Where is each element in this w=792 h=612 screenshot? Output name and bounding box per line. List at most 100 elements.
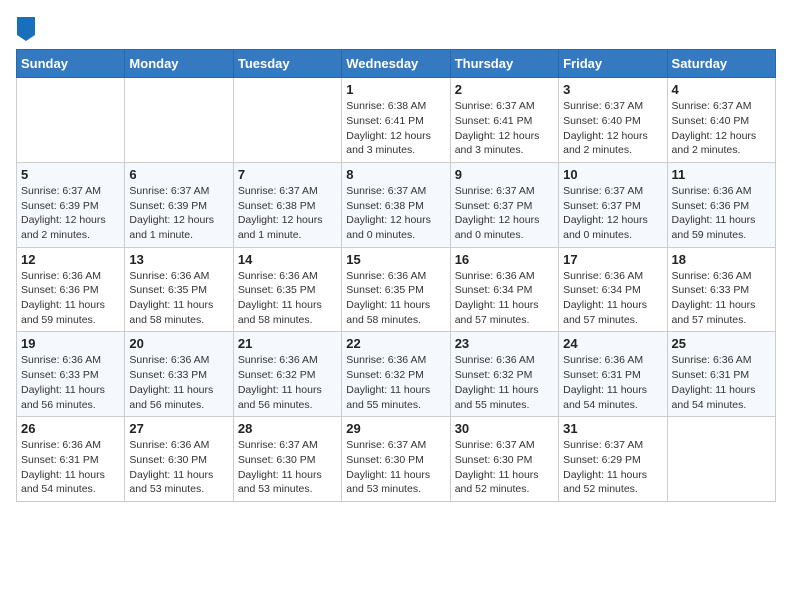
- calendar-cell: 8 Sunrise: 6:37 AM Sunset: 6:38 PM Daylig…: [342, 162, 450, 247]
- day-number: 30: [455, 421, 554, 436]
- calendar-cell: [17, 78, 125, 163]
- weekday-header-monday: Monday: [125, 50, 233, 78]
- day-info: Sunrise: 6:38 AM Sunset: 6:41 PM Dayligh…: [346, 99, 445, 158]
- calendar-cell: 18Sunrise: 6:36 AM Sunset: 6:33 PM Dayli…: [667, 247, 775, 332]
- calendar-cell: 16Sunrise: 6:36 AM Sunset: 6:34 PM Dayli…: [450, 247, 558, 332]
- weekday-header-wednesday: Wednesday: [342, 50, 450, 78]
- logo-icon: [17, 17, 35, 41]
- day-info: Sunrise: 6:37 AM Sunset: 6:40 PM Dayligh…: [563, 99, 662, 158]
- day-number: 5: [21, 167, 120, 182]
- calendar-header-row: SundayMondayTuesdayWednesdayThursdayFrid…: [17, 50, 776, 78]
- calendar-table: SundayMondayTuesdayWednesdayThursdayFrid…: [16, 49, 776, 502]
- weekday-header-sunday: Sunday: [17, 50, 125, 78]
- day-number: 11: [672, 167, 771, 182]
- page-header: [16, 16, 776, 37]
- day-info: Sunrise: 6:37 AM Sunset: 6:29 PM Dayligh…: [563, 438, 662, 497]
- day-number: 29: [346, 421, 445, 436]
- calendar-cell: 31 Sunrise: 6:37 AM Sunset: 6:29 PM Dayli…: [559, 417, 667, 502]
- calendar-cell: 30 Sunrise: 6:37 AM Sunset: 6:30 PM Dayli…: [450, 417, 558, 502]
- day-info: Sunrise: 6:36 AM Sunset: 6:32 PM Dayligh…: [346, 353, 445, 412]
- day-info: Sunrise: 6:36 AM Sunset: 6:30 PM Dayligh…: [129, 438, 228, 497]
- day-info: Sunrise: 6:37 AM Sunset: 6:30 PM Dayligh…: [455, 438, 554, 497]
- day-info: Sunrise: 6:36 AM Sunset: 6:36 PM Dayligh…: [21, 269, 120, 328]
- calendar-cell: 25 Sunrise: 6:36 AM Sunset: 6:31 PM Dayli…: [667, 332, 775, 417]
- day-number: 13: [129, 252, 228, 267]
- calendar-cell: 23 Sunrise: 6:36 AM Sunset: 6:32 PM Dayli…: [450, 332, 558, 417]
- day-info: Sunrise: 6:37 AM Sunset: 6:40 PM Dayligh…: [672, 99, 771, 158]
- day-info: Sunrise: 6:37 AM Sunset: 6:38 PM Dayligh…: [346, 184, 445, 243]
- day-info: Sunrise: 6:37 AM Sunset: 6:39 PM Dayligh…: [21, 184, 120, 243]
- day-info: Sunrise: 6:36 AM Sunset: 6:34 PM Dayligh…: [563, 269, 662, 328]
- day-number: 27: [129, 421, 228, 436]
- calendar-cell: 27 Sunrise: 6:36 AM Sunset: 6:30 PM Dayli…: [125, 417, 233, 502]
- calendar-cell: 11 Sunrise: 6:36 AM Sunset: 6:36 PM Dayli…: [667, 162, 775, 247]
- day-number: 31: [563, 421, 662, 436]
- day-info: Sunrise: 6:36 AM Sunset: 6:33 PM Dayligh…: [129, 353, 228, 412]
- day-number: 6: [129, 167, 228, 182]
- day-number: 22: [346, 336, 445, 351]
- calendar-cell: 1 Sunrise: 6:38 AM Sunset: 6:41 PM Daylig…: [342, 78, 450, 163]
- day-number: 14: [238, 252, 337, 267]
- day-info: Sunrise: 6:37 AM Sunset: 6:41 PM Dayligh…: [455, 99, 554, 158]
- calendar-cell: 10 Sunrise: 6:37 AM Sunset: 6:37 PM Dayli…: [559, 162, 667, 247]
- day-number: 24: [563, 336, 662, 351]
- calendar-cell: 7 Sunrise: 6:37 AM Sunset: 6:38 PM Daylig…: [233, 162, 341, 247]
- day-info: Sunrise: 6:37 AM Sunset: 6:39 PM Dayligh…: [129, 184, 228, 243]
- day-number: 10: [563, 167, 662, 182]
- weekday-header-friday: Friday: [559, 50, 667, 78]
- calendar-cell: 6 Sunrise: 6:37 AM Sunset: 6:39 PM Daylig…: [125, 162, 233, 247]
- day-info: Sunrise: 6:36 AM Sunset: 6:36 PM Dayligh…: [672, 184, 771, 243]
- calendar-cell: [667, 417, 775, 502]
- day-info: Sunrise: 6:36 AM Sunset: 6:33 PM Dayligh…: [21, 353, 120, 412]
- calendar-cell: 26Sunrise: 6:36 AM Sunset: 6:31 PM Dayli…: [17, 417, 125, 502]
- day-number: 25: [672, 336, 771, 351]
- day-info: Sunrise: 6:37 AM Sunset: 6:37 PM Dayligh…: [455, 184, 554, 243]
- calendar-cell: 29 Sunrise: 6:37 AM Sunset: 6:30 PM Dayli…: [342, 417, 450, 502]
- day-number: 17: [563, 252, 662, 267]
- weekday-header-thursday: Thursday: [450, 50, 558, 78]
- day-info: Sunrise: 6:36 AM Sunset: 6:33 PM Dayligh…: [672, 269, 771, 328]
- day-info: Sunrise: 6:37 AM Sunset: 6:30 PM Dayligh…: [238, 438, 337, 497]
- calendar-cell: [233, 78, 341, 163]
- calendar-cell: 12Sunrise: 6:36 AM Sunset: 6:36 PM Dayli…: [17, 247, 125, 332]
- day-info: Sunrise: 6:36 AM Sunset: 6:32 PM Dayligh…: [238, 353, 337, 412]
- day-info: Sunrise: 6:36 AM Sunset: 6:34 PM Dayligh…: [455, 269, 554, 328]
- calendar-cell: 3 Sunrise: 6:37 AM Sunset: 6:40 PM Daylig…: [559, 78, 667, 163]
- day-number: 7: [238, 167, 337, 182]
- calendar-week-row: 12Sunrise: 6:36 AM Sunset: 6:36 PM Dayli…: [17, 247, 776, 332]
- calendar-cell: 28Sunrise: 6:37 AM Sunset: 6:30 PM Dayli…: [233, 417, 341, 502]
- day-number: 20: [129, 336, 228, 351]
- weekday-header-saturday: Saturday: [667, 50, 775, 78]
- calendar-cell: 9Sunrise: 6:37 AM Sunset: 6:37 PM Daylig…: [450, 162, 558, 247]
- day-info: Sunrise: 6:37 AM Sunset: 6:38 PM Dayligh…: [238, 184, 337, 243]
- day-number: 19: [21, 336, 120, 351]
- day-number: 1: [346, 82, 445, 97]
- day-info: Sunrise: 6:36 AM Sunset: 6:31 PM Dayligh…: [672, 353, 771, 412]
- day-info: Sunrise: 6:37 AM Sunset: 6:30 PM Dayligh…: [346, 438, 445, 497]
- calendar-week-row: 5 Sunrise: 6:37 AM Sunset: 6:39 PM Daylig…: [17, 162, 776, 247]
- calendar-body: 1 Sunrise: 6:38 AM Sunset: 6:41 PM Daylig…: [17, 78, 776, 502]
- day-info: Sunrise: 6:37 AM Sunset: 6:37 PM Dayligh…: [563, 184, 662, 243]
- calendar-week-row: 19 Sunrise: 6:36 AM Sunset: 6:33 PM Dayli…: [17, 332, 776, 417]
- day-number: 4: [672, 82, 771, 97]
- day-info: Sunrise: 6:36 AM Sunset: 6:32 PM Dayligh…: [455, 353, 554, 412]
- day-number: 15: [346, 252, 445, 267]
- logo: [16, 16, 36, 37]
- day-info: Sunrise: 6:36 AM Sunset: 6:35 PM Dayligh…: [238, 269, 337, 328]
- calendar-cell: 20 Sunrise: 6:36 AM Sunset: 6:33 PM Dayli…: [125, 332, 233, 417]
- calendar-cell: 15 Sunrise: 6:36 AM Sunset: 6:35 PM Dayli…: [342, 247, 450, 332]
- day-number: 8: [346, 167, 445, 182]
- calendar-cell: [125, 78, 233, 163]
- day-info: Sunrise: 6:36 AM Sunset: 6:31 PM Dayligh…: [563, 353, 662, 412]
- day-number: 3: [563, 82, 662, 97]
- calendar-cell: 13Sunrise: 6:36 AM Sunset: 6:35 PM Dayli…: [125, 247, 233, 332]
- day-info: Sunrise: 6:36 AM Sunset: 6:35 PM Dayligh…: [346, 269, 445, 328]
- day-number: 23: [455, 336, 554, 351]
- calendar-cell: 5 Sunrise: 6:37 AM Sunset: 6:39 PM Daylig…: [17, 162, 125, 247]
- day-info: Sunrise: 6:36 AM Sunset: 6:31 PM Dayligh…: [21, 438, 120, 497]
- calendar-cell: 19 Sunrise: 6:36 AM Sunset: 6:33 PM Dayli…: [17, 332, 125, 417]
- calendar-week-row: 1 Sunrise: 6:38 AM Sunset: 6:41 PM Daylig…: [17, 78, 776, 163]
- calendar-cell: 21Sunrise: 6:36 AM Sunset: 6:32 PM Dayli…: [233, 332, 341, 417]
- calendar-cell: 2Sunrise: 6:37 AM Sunset: 6:41 PM Daylig…: [450, 78, 558, 163]
- calendar-cell: 4 Sunrise: 6:37 AM Sunset: 6:40 PM Daylig…: [667, 78, 775, 163]
